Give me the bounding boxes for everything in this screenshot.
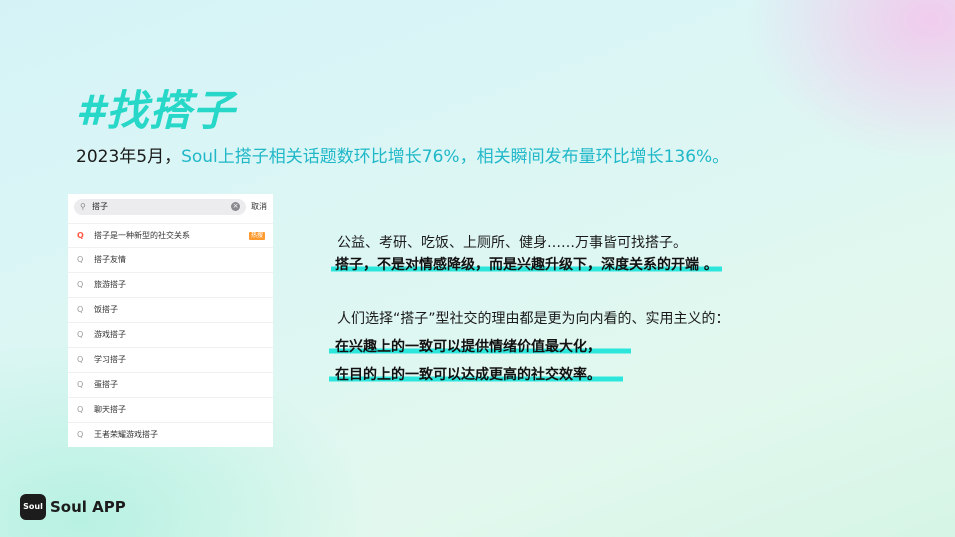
suggestion-item[interactable]: Q 搭子是一种新型的社交关系 热搜: [68, 223, 273, 248]
suggestion-item[interactable]: Q 游戏搭子: [68, 322, 273, 347]
text-block-scenarios: 公益、考研、吃饭、上厕所、健身……万事皆可找搭子。 搭子，不是对情感降级，而是兴…: [331, 232, 722, 276]
subtitle-date: 2023年5月，: [76, 147, 182, 167]
search-icon: Q: [77, 280, 84, 289]
suggestion-item[interactable]: Q 饭搭子: [68, 297, 273, 322]
clear-icon[interactable]: ×: [231, 202, 240, 211]
brand-name: Soul APP: [50, 498, 126, 516]
page-subtitle: 2023年5月，Soul上搭子相关话题数环比增长76%，相关瞬间发布量环比增长1…: [76, 145, 729, 169]
search-icon: Q: [77, 355, 84, 364]
suggestion-item[interactable]: Q 学习搭子: [68, 347, 273, 372]
suggestion-text: 游戏搭子: [94, 330, 126, 339]
search-icon: Q: [77, 430, 84, 439]
soul-app-icon: Soul: [20, 494, 46, 520]
suggestion-item[interactable]: Q 蛋搭子: [68, 372, 273, 397]
suggestion-item[interactable]: Q 旅游搭子: [68, 272, 273, 297]
hot-badge: 热搜: [248, 232, 265, 240]
search-query: 搭子: [92, 202, 108, 211]
highlighted-line: 在兴趣上的一致可以提供情绪价值最大化，: [329, 339, 631, 355]
suggestion-text: 搭子友情: [94, 255, 126, 264]
suggestion-text: 搭子是一种新型的社交关系: [94, 231, 190, 240]
suggestion-text: 旅游搭子: [94, 280, 126, 289]
search-icon: Q: [77, 405, 84, 414]
suggestion-item[interactable]: Q 搭子友情: [68, 247, 273, 272]
suggestion-text: 聊天搭子: [94, 405, 126, 414]
suggestion-text: 蛋搭子: [94, 380, 118, 389]
search-icon: Q: [77, 380, 84, 389]
suggestion-item[interactable]: Q 聊天搭子: [68, 397, 273, 422]
search-input[interactable]: ⚲ 搭子 ×: [74, 199, 246, 215]
cancel-button[interactable]: 取消: [251, 202, 267, 212]
suggestion-text: 学习搭子: [94, 355, 126, 364]
highlighted-line: 在目的上的一致可以达成更高的社交效率。: [329, 367, 623, 383]
page-title: #找搭子: [76, 86, 236, 135]
text-block-reasons: 人们选择“搭子”型社交的理由都是更为向内看的、实用主义的： 在兴趣上的一致可以提…: [329, 308, 730, 386]
hot-search-icon: Q: [77, 231, 84, 240]
search-icon: Q: [77, 330, 84, 339]
search-icon: Q: [77, 305, 84, 314]
subtitle-highlight: Soul上搭子相关话题数环比增长76%，相关瞬间发布量环比增长136%。: [181, 147, 730, 167]
highlighted-line: 搭子，不是对情感降级，而是兴趣升级下，深度关系的开端 。: [331, 257, 722, 273]
search-bar: ⚲ 搭子 × 取消: [74, 199, 267, 215]
reason-intro: 人们选择“搭子”型社交的理由都是更为向内看的、实用主义的：: [337, 311, 730, 327]
search-icon: ⚲: [80, 202, 86, 211]
search-icon: Q: [77, 255, 84, 264]
suggestion-text: 王者荣耀游戏搭子: [94, 430, 158, 439]
suggestion-item[interactable]: Q 王者荣耀游戏搭子: [68, 422, 273, 447]
search-screenshot-panel: ⚲ 搭子 × 取消 Q 搭子是一种新型的社交关系 热搜 Q 搭子友情 Q 旅游搭…: [68, 194, 273, 447]
suggestion-text: 饭搭子: [94, 305, 118, 314]
scenario-line: 公益、考研、吃饭、上厕所、健身……万事皆可找搭子。: [337, 235, 687, 251]
